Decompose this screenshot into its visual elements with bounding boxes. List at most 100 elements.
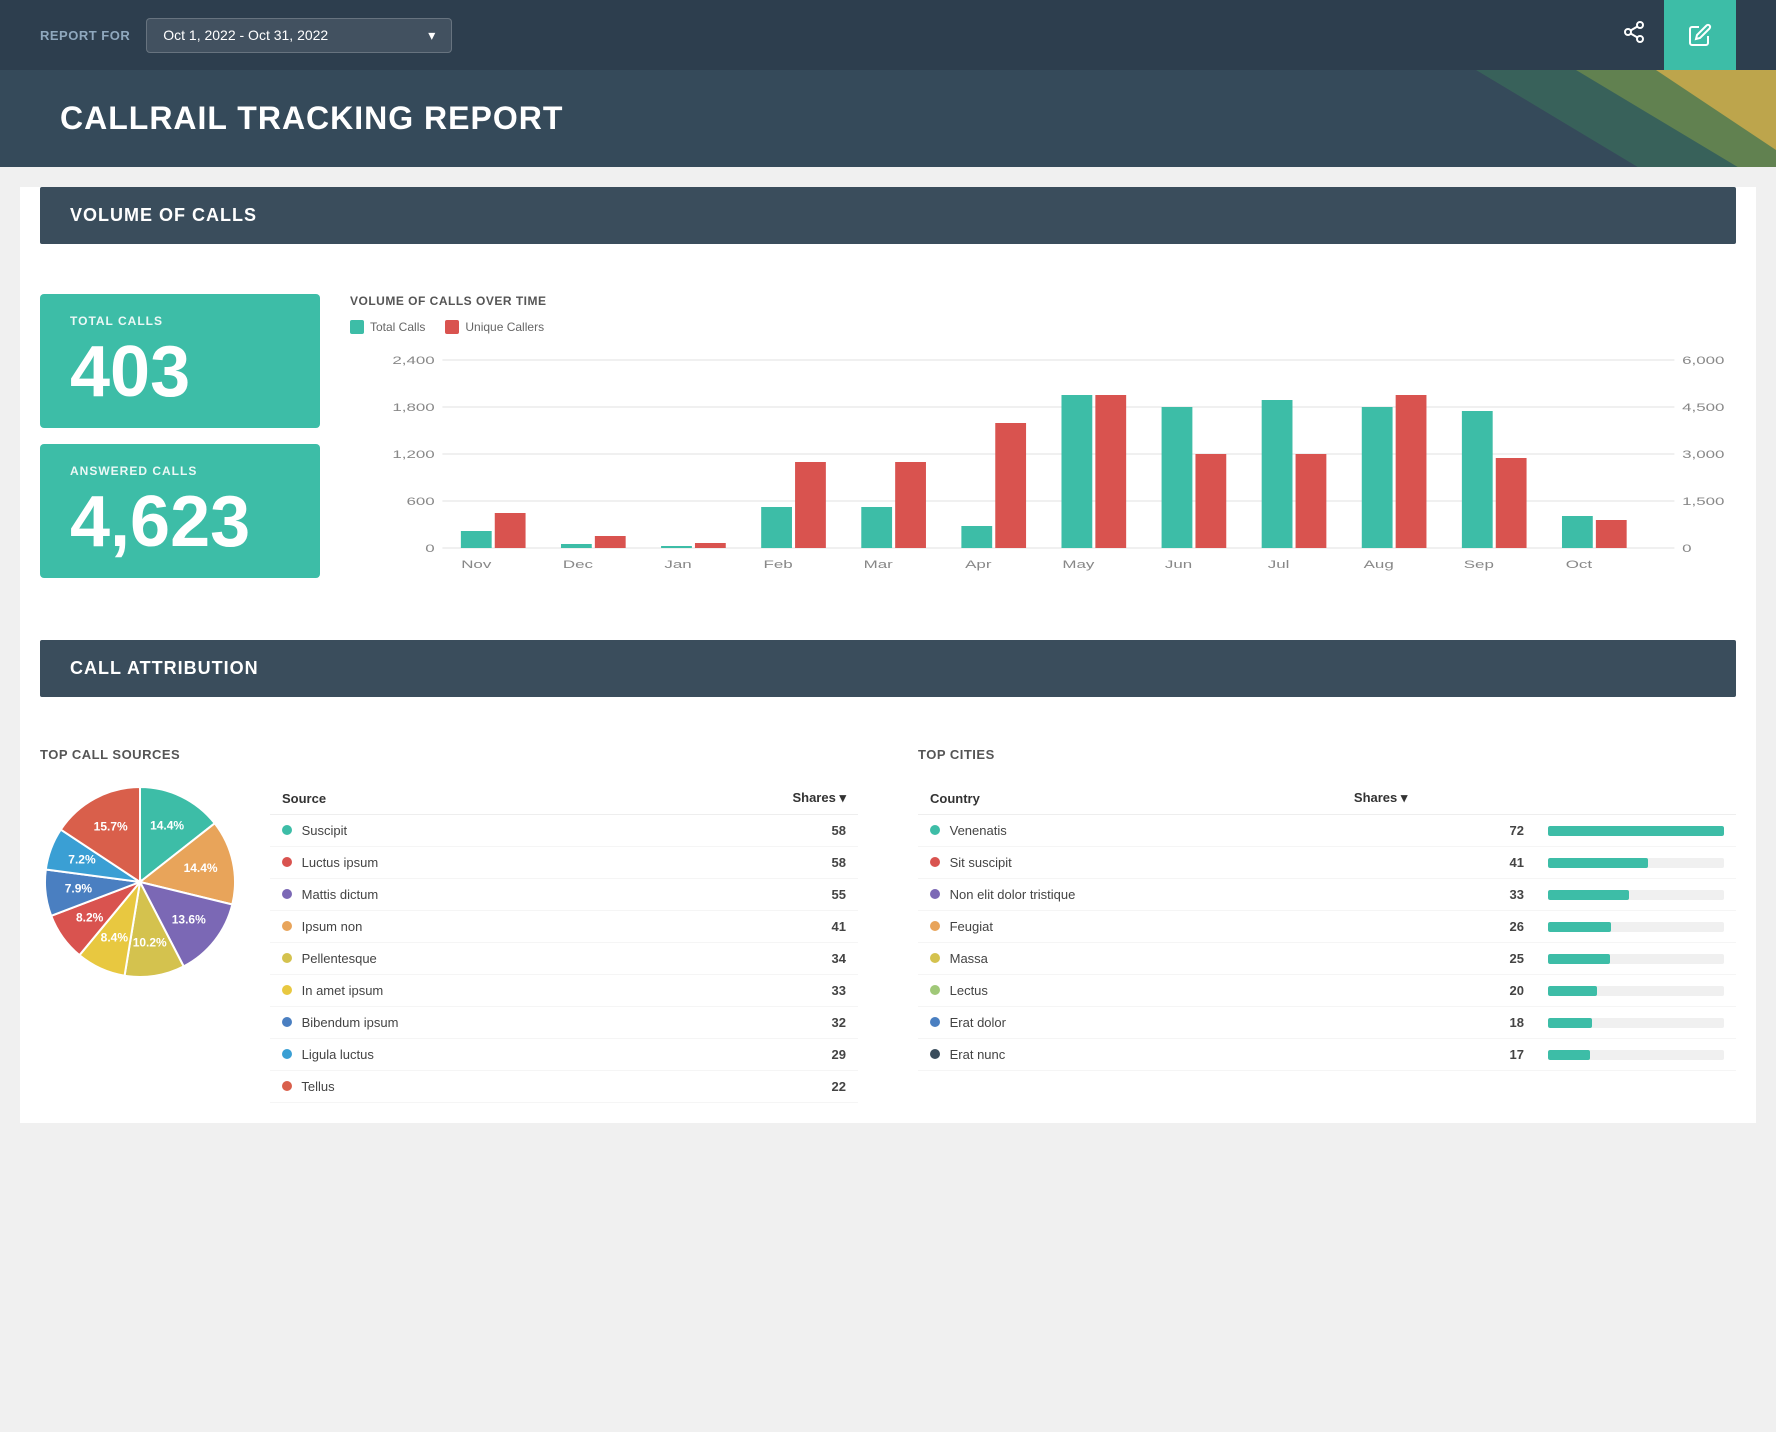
city-color-dot — [930, 889, 940, 899]
city-bar-cell — [1536, 847, 1736, 879]
attribution-content: TOP CALL SOURCES 14.4%14.4%13.6%10.2%8.4… — [40, 727, 1736, 1123]
source-color-dot — [282, 1017, 292, 1027]
svg-text:15.7%: 15.7% — [94, 820, 128, 834]
source-value: 41 — [649, 911, 858, 943]
table-row: Venenatis 72 — [918, 815, 1736, 847]
source-value: 58 — [649, 847, 858, 879]
svg-text:10.2%: 10.2% — [133, 935, 167, 949]
edit-button[interactable] — [1664, 0, 1736, 70]
svg-text:2,400: 2,400 — [392, 355, 434, 367]
table-row: Massa 25 — [918, 943, 1736, 975]
svg-text:Feb: Feb — [764, 559, 793, 571]
svg-text:Jul: Jul — [1268, 559, 1290, 571]
sources-tbody: Suscipit 58 Luctus ipsum 58 Mattis dictu… — [270, 815, 858, 1103]
bar-background — [1548, 922, 1724, 932]
svg-text:1,500: 1,500 — [1682, 496, 1724, 508]
svg-text:May: May — [1062, 559, 1095, 571]
total-calls-label: TOTAL CALLS — [70, 314, 290, 328]
svg-text:0: 0 — [425, 543, 434, 555]
pie-chart-svg: 14.4%14.4%13.6%10.2%8.4%8.2%7.9%7.2%15.7… — [40, 782, 240, 982]
title-area: CALLRAIL TRACKING REPORT — [0, 70, 1776, 167]
table-row: Mattis dictum 55 — [270, 879, 858, 911]
city-name: Erat dolor — [918, 1007, 1342, 1039]
bar-background — [1548, 826, 1724, 836]
svg-text:Oct: Oct — [1566, 559, 1592, 571]
bar-background — [1548, 858, 1724, 868]
source-name: Pellentesque — [270, 943, 649, 975]
bar-chart-container: 2,400 1,800 1,200 600 0 6,000 4,500 3,00… — [350, 350, 1736, 590]
table-row: In amet ipsum 33 — [270, 975, 858, 1007]
city-value: 72 — [1342, 815, 1536, 847]
city-value: 33 — [1342, 879, 1536, 911]
svg-text:1,200: 1,200 — [392, 449, 434, 461]
answered-calls-card: ANSWERED CALLS 4,623 — [40, 444, 320, 578]
bar-fill — [1548, 826, 1724, 836]
svg-text:Jun: Jun — [1165, 559, 1192, 571]
city-color-dot — [930, 857, 940, 867]
svg-text:4,500: 4,500 — [1682, 402, 1724, 414]
bar-fill — [1548, 986, 1597, 996]
table-row: Non elit dolor tristique 33 — [918, 879, 1736, 911]
city-color-dot — [930, 953, 940, 963]
share-button[interactable] — [1604, 10, 1664, 60]
bar-fill — [1548, 922, 1611, 932]
city-color-dot — [930, 921, 940, 931]
source-color-dot — [282, 889, 292, 899]
source-name: Tellus — [270, 1071, 649, 1103]
source-value: 33 — [649, 975, 858, 1007]
legend-unique-callers: Unique Callers — [445, 320, 544, 334]
chart-title: VOLUME OF CALLS OVER TIME — [350, 294, 1736, 308]
city-name: Feugiat — [918, 911, 1342, 943]
svg-text:1,800: 1,800 — [392, 402, 434, 414]
attribution-section: CALL ATTRIBUTION TOP CALL SOURCES 14.4%1… — [40, 640, 1736, 1123]
svg-text:Jan: Jan — [664, 559, 691, 571]
top-cities: TOP CITIES Country Shares ▾ — [918, 747, 1736, 1103]
table-row: Lectus 20 — [918, 975, 1736, 1007]
table-row: Erat dolor 18 — [918, 1007, 1736, 1039]
svg-text:3,000: 3,000 — [1682, 449, 1724, 461]
date-selector[interactable]: Oct 1, 2022 - Oct 31, 2022 ▾ — [146, 18, 452, 53]
legend-red-dot — [445, 320, 459, 334]
source-value: 34 — [649, 943, 858, 975]
city-value: 41 — [1342, 847, 1536, 879]
table-row: Suscipit 58 — [270, 815, 858, 847]
source-value: 22 — [649, 1071, 858, 1103]
city-name: Non elit dolor tristique — [918, 879, 1342, 911]
shares-col-header: Shares ▾ — [649, 782, 858, 815]
report-for-label: REPORT FOR — [40, 28, 130, 43]
city-name: Sit suscipit — [918, 847, 1342, 879]
legend-unique-callers-label: Unique Callers — [465, 320, 544, 334]
source-color-dot — [282, 825, 292, 835]
city-bar-cell — [1536, 879, 1736, 911]
bar-fill — [1548, 954, 1610, 964]
svg-text:Aug: Aug — [1364, 559, 1394, 571]
volume-content: TOTAL CALLS 403 ANSWERED CALLS 4,623 VOL… — [40, 274, 1736, 610]
table-row: Ligula luctus 29 — [270, 1039, 858, 1071]
bar-chart-svg: 2,400 1,800 1,200 600 0 6,000 4,500 3,00… — [350, 350, 1736, 590]
volume-section-header: VOLUME OF CALLS — [40, 187, 1736, 244]
header: REPORT FOR Oct 1, 2022 - Oct 31, 2022 ▾ — [0, 0, 1776, 70]
chart-area: VOLUME OF CALLS OVER TIME Total Calls Un… — [350, 294, 1736, 590]
bar-fill — [1548, 858, 1648, 868]
source-color-dot — [282, 921, 292, 931]
page-title: CALLRAIL TRACKING REPORT — [60, 100, 1716, 137]
city-bar-cell — [1536, 911, 1736, 943]
volume-section: VOLUME OF CALLS TOTAL CALLS 403 ANSWERED… — [40, 187, 1736, 610]
source-name: Ligula luctus — [270, 1039, 649, 1071]
source-color-dot — [282, 1049, 292, 1059]
svg-text:8.4%: 8.4% — [101, 931, 129, 945]
table-row: Erat nunc 17 — [918, 1039, 1736, 1071]
table-row: Sit suscipit 41 — [918, 847, 1736, 879]
sort-icon[interactable]: ▾ — [839, 790, 846, 805]
table-row: Feugiat 26 — [918, 911, 1736, 943]
city-sort-icon[interactable]: ▾ — [1401, 790, 1408, 805]
svg-text:13.6%: 13.6% — [172, 912, 206, 926]
source-color-dot — [282, 953, 292, 963]
sources-content: 14.4%14.4%13.6%10.2%8.4%8.2%7.9%7.2%15.7… — [40, 782, 858, 1103]
svg-text:Apr: Apr — [965, 559, 992, 571]
table-row: Tellus 22 — [270, 1071, 858, 1103]
city-value: 17 — [1342, 1039, 1536, 1071]
table-row: Pellentesque 34 — [270, 943, 858, 975]
bar-fill — [1548, 1018, 1592, 1028]
date-range-text: Oct 1, 2022 - Oct 31, 2022 — [163, 27, 328, 43]
